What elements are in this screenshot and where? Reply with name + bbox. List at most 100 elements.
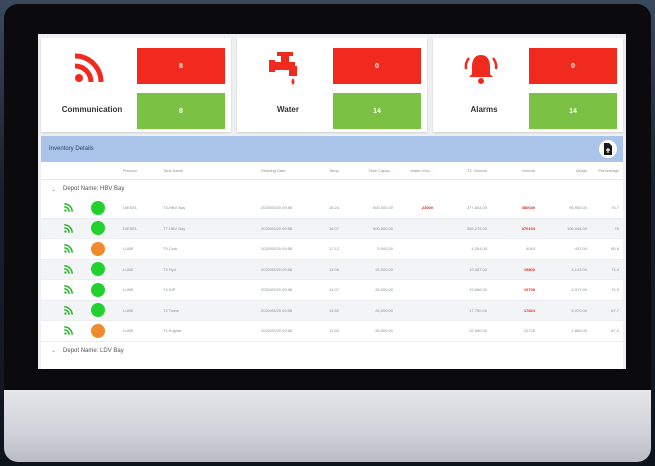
water-tap-icon (269, 52, 297, 85)
cell-reading-date: 2020/05/20 09:58 (261, 307, 293, 313)
cell-percentage: 75 (614, 225, 619, 231)
water-ok-count[interactable]: 14 (333, 93, 421, 129)
cell-tank-name: T4 DIP (163, 287, 176, 293)
signal-icon (74, 53, 104, 83)
cell-tank-capacity: 26,000.00 (375, 328, 393, 334)
alarms-card[interactable]: Alarms 0 14 (433, 38, 623, 132)
water-alert-count[interactable]: 0 (333, 48, 421, 84)
cell-tank-name: T9 Com (163, 246, 178, 252)
col-tc-volume[interactable]: TC Volume (437, 168, 491, 173)
group-label: Depot Name: LDV Bay (63, 347, 124, 354)
cell-reading-date: 2020/05/20 09:58 (261, 266, 293, 272)
cell-volume: 19708 (523, 287, 535, 293)
cell-tank-name: T3-HBV Bay (163, 205, 186, 211)
cell-tank-capacity: 500,000.00 (372, 205, 393, 211)
signal-icon (64, 223, 73, 233)
cell-ullage: 2,866.00 (571, 328, 587, 334)
cell-reading-date: 2020/05/20 09:58 (261, 328, 293, 334)
communication-fail-count[interactable]: 8 (137, 48, 225, 84)
cell-tank-capacity: 26,000.00 (375, 266, 393, 272)
col-tank-name[interactable]: Tank Name (163, 168, 261, 173)
col-water-volume[interactable]: Water Volu... (397, 168, 437, 173)
signal-icon (64, 285, 73, 295)
cell-percentage: 80.8 (611, 246, 619, 252)
cell-tc-volume: 19,686.00 (469, 287, 487, 293)
chevron-down-icon[interactable]: ⌄ (51, 186, 56, 193)
signal-icon (64, 326, 73, 336)
cell-reading-date: 2020/05/20 09:58 (261, 225, 293, 231)
card-label: Communication (61, 105, 123, 114)
cell-tank-name: T7-HBV Bay (163, 225, 186, 231)
cell-temp: 18.24 (329, 205, 340, 211)
card-label: Water (277, 105, 299, 114)
cell-percentage: 76.7 (611, 205, 619, 211)
col-temp[interactable]: Temp (329, 168, 359, 173)
cell-reading-date: 2020/05/20 09:58 (261, 205, 293, 211)
inventory-header: Inventory Details (41, 136, 623, 162)
signal-icon (64, 264, 73, 274)
cell-product: DIESEL (123, 225, 138, 231)
table-row[interactable]: LUBE T1 Engine 2020/05/20 09:58 13.94 26,000… (41, 321, 623, 342)
table-row[interactable]: LUBE T2 Trans 2020/05/20 09:58 14.52 26,000.… (41, 300, 623, 321)
table-row[interactable]: LUBE T4 DIP 2020/05/20 09:58 14.07 26,000.00… (41, 280, 623, 301)
signal-icon (64, 203, 73, 213)
water-card[interactable]: Water 0 14 (237, 38, 427, 132)
status-dot (91, 241, 105, 256)
cell-reading-date: 2020/05/20 09:58 (261, 246, 293, 252)
card-label: Alarms (470, 105, 498, 114)
cell-product: DIESEL (123, 205, 138, 211)
export-file-icon (604, 143, 612, 155)
alarms-active-count[interactable]: 0 (529, 48, 617, 84)
chevron-down-icon[interactable]: ⌄ (51, 347, 56, 354)
table-row[interactable]: DIESEL T3-HBV Bay 2020/05/20 09:58 18.24 500… (41, 198, 623, 219)
status-dot (91, 282, 105, 297)
cell-tc-volume: 377,844.00 (466, 205, 487, 211)
cell-tc-volume: 19,387.00 (469, 266, 487, 272)
communication-card[interactable]: Communication 8 8 (41, 38, 231, 132)
alarm-bell-icon (464, 55, 498, 84)
cell-product: LUBE (123, 246, 134, 252)
signal-icon (64, 305, 73, 315)
status-dot (91, 200, 105, 215)
export-button[interactable] (599, 140, 617, 158)
table-row[interactable]: DIESEL T7-HBV Bay 2020/05/20 09:58 16.07 500… (41, 218, 623, 239)
cell-volume: 370194 (521, 225, 535, 231)
table-body: DIESEL T3-HBV Bay 2020/05/20 09:58 18.24 500… (41, 198, 623, 342)
cell-tank-capacity: 500,000.00 (372, 225, 393, 231)
status-dot (91, 303, 105, 318)
cell-ullage: 106,944.00 (566, 225, 587, 231)
cell-ullage: 5,070.00 (571, 307, 587, 313)
cell-temp: 14.06 (329, 266, 340, 272)
alarms-ok-count[interactable]: 14 (529, 93, 617, 129)
cell-percentage: 74.5 (611, 287, 619, 293)
cell-tank-name: T2 Trans (163, 307, 179, 313)
table-row[interactable]: LUBE T3 Hyd 2020/05/20 09:58 14.06 26,000.00… (41, 259, 623, 280)
monitor-chin (4, 390, 651, 462)
cell-volume: 17824 (523, 307, 535, 313)
cell-product: LUBE (123, 266, 134, 272)
cell-product: LUBE (123, 287, 134, 293)
table-row[interactable]: LUBE T9 Com 2020/05/20 09:58 17.12 5,000.00 4… (41, 239, 623, 260)
col-reading-date[interactable]: Reading Date (261, 168, 329, 173)
cell-tank-capacity: 5,000.00 (377, 246, 393, 252)
col-product[interactable]: Product (123, 168, 163, 173)
table-header: Product Tank Name Reading Date Temp Tank… (41, 162, 623, 180)
cell-ullage: 5,317.00 (571, 287, 587, 293)
group-header-ldv-bay[interactable]: ⌄ Depot Name: LDV Bay (41, 342, 623, 360)
col-ullage[interactable]: Ullage (539, 168, 591, 173)
cell-ullage: 437.00 (574, 246, 587, 252)
cell-product: LUBE (123, 328, 134, 334)
cell-volume: 19803 (523, 266, 535, 272)
cell-temp: 13.94 (329, 328, 340, 334)
col-tank-capacity[interactable]: Tank Capac... (359, 168, 397, 173)
cell-tank-capacity: 26,000.00 (375, 307, 393, 313)
communication-ok-count[interactable]: 8 (137, 93, 225, 129)
cell-temp: 14.52 (329, 307, 340, 313)
col-percentage[interactable]: Percentage (591, 168, 623, 173)
cell-tank-name: T1 Engine (163, 328, 182, 334)
summary-cards: Communication 8 8 Water 0 14 Alarms 0 14 (41, 38, 623, 132)
dashboard-screen: Communication 8 8 Water 0 14 Alarms 0 14… (38, 34, 626, 369)
cell-tc-volume: 369,275.00 (466, 225, 487, 231)
group-header-hbv-bay[interactable]: ⌄ Depot Name: HBV Bay (41, 180, 623, 198)
col-volume[interactable]: Volume (491, 168, 539, 173)
